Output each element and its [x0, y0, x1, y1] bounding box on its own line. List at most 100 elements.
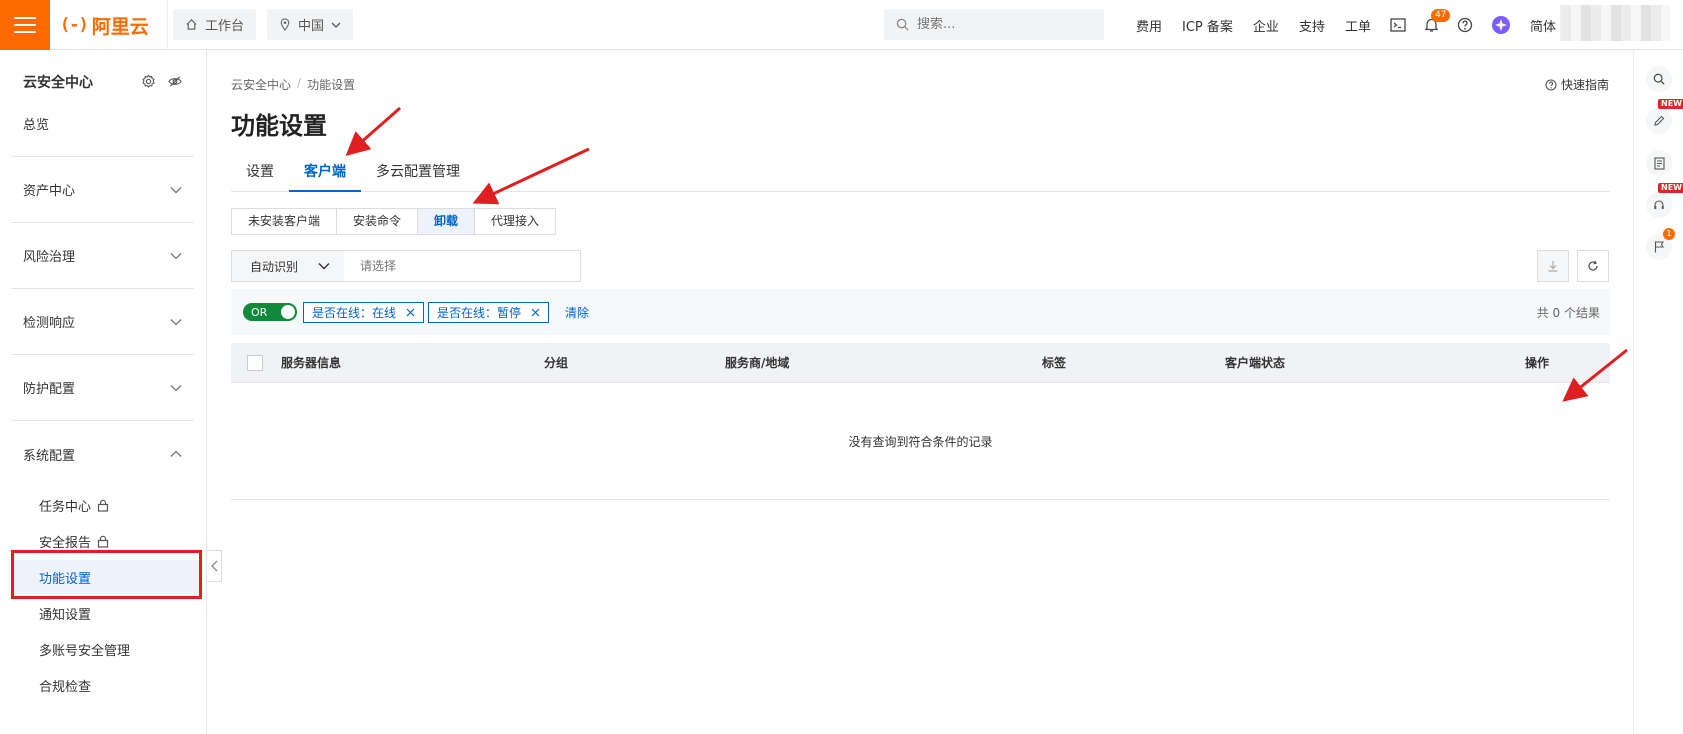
- region-selector[interactable]: 中国: [267, 9, 354, 40]
- chevron-down-icon: [331, 22, 341, 28]
- column-header-client-status: 客户端状态: [1225, 356, 1286, 370]
- aliyun-logo[interactable]: (-) 阿里云: [60, 0, 168, 50]
- tab-client[interactable]: 客户端: [289, 154, 361, 192]
- filter-tag-paused[interactable]: 是否在线：暂停: [428, 301, 550, 323]
- breadcrumb-item-root[interactable]: 云安全中心: [231, 76, 291, 93]
- main-tabs: 设置 客户端 多云配置管理: [231, 154, 1610, 192]
- lock-icon: [97, 499, 109, 512]
- segment-uninstall[interactable]: 卸载: [418, 209, 476, 234]
- rail-document-button[interactable]: [1646, 150, 1672, 176]
- right-toolbar: NEW NEW 1: [1633, 50, 1683, 734]
- chevron-down-icon: [318, 263, 330, 270]
- sidebar-item-overview[interactable]: 总览: [11, 91, 194, 157]
- sidebar-item-security-report[interactable]: 安全报告: [11, 524, 199, 558]
- sidebar-title-icons: [141, 74, 183, 89]
- region-label: 中国: [298, 19, 325, 34]
- logo-mark: (-): [60, 15, 89, 35]
- new-badge: NEW: [1658, 183, 1683, 193]
- sidebar-item-notification-settings[interactable]: 通知设置: [11, 596, 199, 630]
- billing-link[interactable]: 费用: [1126, 16, 1172, 35]
- filter-type-select[interactable]: 自动识别: [232, 251, 344, 281]
- top-links: 费用 ICP 备案 企业 支持 工单 47 简体: [1126, 0, 1566, 50]
- filter-tag-online[interactable]: 是否在线：在线: [303, 301, 425, 323]
- terminal-icon[interactable]: [1381, 18, 1415, 32]
- logic-label: OR: [251, 305, 268, 319]
- sidebar-group-assets[interactable]: 资产中心: [11, 157, 194, 223]
- left-sidebar: 云安全中心 总览 资产中心 风险治理 检测响应 防护配置 系统配置 任务中心 安…: [0, 50, 207, 734]
- filter-value-input[interactable]: [344, 259, 574, 273]
- column-header-provider-region: 服务商/地域: [725, 356, 790, 370]
- gear-icon[interactable]: [141, 74, 156, 89]
- sidebar-group-detection[interactable]: 检测响应: [11, 289, 194, 355]
- segment-proxy-access[interactable]: 代理接入: [475, 209, 555, 234]
- sidebar-group-risk[interactable]: 风险治理: [11, 223, 194, 289]
- rail-search-button[interactable]: [1646, 66, 1672, 92]
- sidebar-item-multi-account[interactable]: 多账号安全管理: [11, 632, 199, 666]
- icp-filing-link[interactable]: ICP 备案: [1172, 16, 1243, 35]
- chevron-down-icon: [170, 252, 182, 259]
- sidebar-collapse-handle[interactable]: [207, 550, 222, 582]
- sidebar-item-feature-settings[interactable]: 功能设置: [11, 560, 199, 594]
- close-icon[interactable]: [406, 308, 415, 317]
- breadcrumb-separator: /: [297, 76, 302, 90]
- search-icon: [1653, 73, 1665, 85]
- rail-edit-button[interactable]: NEW: [1646, 99, 1683, 134]
- sidebar-group-protection[interactable]: 防护配置: [11, 355, 194, 421]
- sidebar-item-task-center[interactable]: 任务中心: [11, 488, 199, 522]
- question-circle-icon: [1545, 78, 1557, 91]
- sidebar-item-label: 安全报告: [39, 535, 92, 551]
- tab-settings[interactable]: 设置: [231, 154, 289, 192]
- support-link[interactable]: 支持: [1289, 16, 1335, 35]
- arrow-to-client-tab: [345, 106, 401, 156]
- download-button[interactable]: [1537, 250, 1569, 282]
- refresh-icon: [1588, 260, 1598, 271]
- rail-flag-button[interactable]: 1: [1646, 228, 1675, 260]
- logic-or-switch[interactable]: OR: [243, 303, 297, 321]
- workbench-button[interactable]: 工作台: [173, 9, 257, 40]
- column-header-actions: 操作: [1525, 356, 1550, 370]
- table-header: 服务器信息 分组 服务商/地域 标签 客户端状态 操作: [231, 343, 1610, 383]
- filter-tag-label: 是否在线：暂停: [437, 305, 522, 320]
- select-all-checkbox[interactable]: [247, 355, 263, 371]
- enterprise-link[interactable]: 企业: [1243, 16, 1289, 35]
- search-input[interactable]: [917, 17, 1087, 32]
- refresh-button[interactable]: [1577, 250, 1609, 282]
- user-account-avatar[interactable]: [1560, 5, 1670, 41]
- empty-table-message: 没有查询到符合条件的记录: [848, 435, 993, 449]
- result-count: 共 0 个结果: [1536, 305, 1600, 320]
- notification-bell-icon[interactable]: 47: [1415, 9, 1451, 33]
- clear-filters-link[interactable]: 清除: [565, 304, 589, 321]
- sidebar-item-label: 风险治理: [23, 250, 76, 265]
- top-bar: (-) 阿里云 工作台 中国 费用 ICP 备案 企业 支持 工单 47 简体: [0, 0, 1683, 50]
- segment-uninstalled-clients[interactable]: 未安装客户端: [232, 209, 338, 234]
- workbench-label: 工作台: [205, 19, 245, 34]
- pencil-icon: [1654, 115, 1665, 126]
- segment-install-command[interactable]: 安装命令: [337, 209, 419, 234]
- tab-multicloud-config[interactable]: 多云配置管理: [361, 154, 475, 192]
- column-header-server-info: 服务器信息: [281, 356, 342, 370]
- new-badge: NEW: [1658, 99, 1683, 109]
- rail-service-button[interactable]: NEW: [1646, 183, 1683, 218]
- quick-guide-link[interactable]: 快速指南: [1545, 76, 1609, 93]
- sidebar-item-label: 通知设置: [39, 607, 92, 623]
- sidebar-item-label: 资产中心: [23, 184, 76, 199]
- flag-icon: [1654, 241, 1664, 253]
- sidebar-item-compliance[interactable]: 合规检查: [11, 668, 199, 702]
- chevron-down-icon: [170, 384, 182, 391]
- sidebar-group-system-config[interactable]: 系统配置: [11, 421, 194, 487]
- hamburger-menu-button[interactable]: [0, 0, 50, 50]
- location-pin-icon: [280, 18, 290, 31]
- breadcrumb: 云安全中心 / 功能设置: [231, 76, 355, 93]
- search-filter: 自动识别: [231, 250, 581, 282]
- chevron-up-icon: [170, 450, 182, 457]
- close-icon[interactable]: [531, 308, 540, 317]
- eye-hide-icon[interactable]: [167, 74, 183, 89]
- help-icon[interactable]: [1448, 17, 1482, 33]
- search-icon: [896, 18, 909, 31]
- global-search[interactable]: [884, 9, 1104, 40]
- sidebar-title: 云安全中心: [23, 75, 93, 91]
- ai-assistant-icon[interactable]: [1482, 15, 1520, 35]
- sidebar-item-label: 功能设置: [39, 571, 92, 587]
- ticket-link[interactable]: 工单: [1335, 16, 1381, 35]
- lock-icon: [97, 535, 109, 548]
